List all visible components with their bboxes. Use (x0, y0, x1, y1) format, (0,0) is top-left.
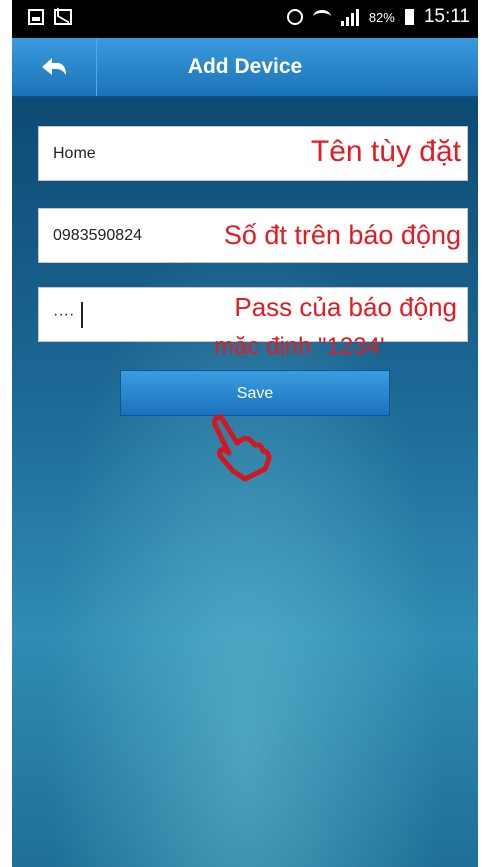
top-bar: Add Device (12, 38, 478, 98)
device-name-field[interactable]: Home Tên tùy đặt (38, 126, 468, 181)
device-name-annotation: Tên tùy đặt (310, 135, 461, 168)
alarm-icon (286, 9, 303, 25)
battery-icon (404, 9, 414, 25)
status-bar: 82% 15:11 (12, 0, 478, 38)
phone-number-value: 0983590824 (53, 227, 142, 244)
password-annotation: Pass của báo động (234, 292, 457, 322)
signal-icon (340, 8, 359, 26)
phone-number-annotation: Số đt trên báo động (223, 220, 461, 250)
wifi-icon (312, 10, 331, 24)
back-arrow-icon (42, 58, 66, 75)
password-value: ···· (53, 306, 75, 323)
back-button[interactable] (12, 38, 97, 96)
password-default-annotation: mặc định "1234' (214, 333, 385, 360)
gallery-icon (28, 9, 44, 25)
phone-number-field[interactable]: 0983590824 Số đt trên báo động (38, 208, 468, 263)
clock: 15:11 (423, 6, 470, 27)
text-cursor (81, 302, 83, 328)
pointing-hand-icon (212, 414, 272, 482)
page-title: Add Device (187, 55, 303, 78)
battery-percent: 82% (368, 9, 395, 25)
device-name-value: Home (53, 145, 96, 162)
phone-screen: 82% 15:11 Add Device Home Tên tùy đặt 09… (12, 0, 478, 867)
main-content: Home Tên tùy đặt 0983590824 Số đt trên b… (12, 98, 478, 867)
mail-icon (54, 9, 72, 25)
